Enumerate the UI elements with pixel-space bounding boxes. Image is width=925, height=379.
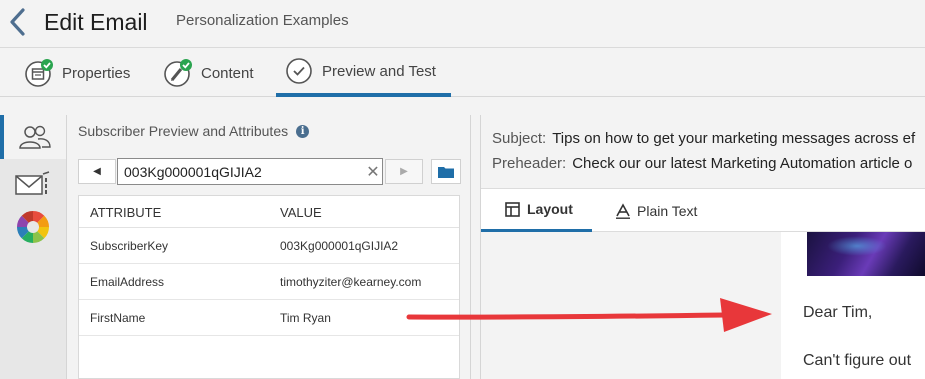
- wizard-tabs: Properties Content Preview and Test: [0, 49, 925, 97]
- attribute-value: Tim Ryan: [280, 311, 331, 325]
- tab-layout[interactable]: Layout: [481, 189, 592, 232]
- subscriber-search-input[interactable]: [117, 158, 383, 185]
- attribute-name: SubscriberKey: [90, 239, 169, 253]
- subscriber-panel: Subscriber Preview and Attributes i ◀ ✕ …: [67, 115, 471, 379]
- check-circle-icon: [284, 56, 314, 86]
- table-row: SubscriberKey 003Kg000001qGIJIA2: [79, 228, 459, 264]
- tab-plain-text-label: Plain Text: [637, 202, 698, 219]
- subject-label: Subject:: [492, 130, 547, 147]
- next-subscriber-button[interactable]: ▶: [385, 159, 423, 184]
- email-body: Dear Tim, Can't figure out: [781, 232, 925, 379]
- folder-icon: [438, 166, 454, 178]
- page-title: Edit Email: [44, 9, 148, 35]
- tab-content-label: Content: [201, 64, 254, 82]
- table-row: FirstName Tim Ryan: [79, 300, 459, 336]
- browse-folder-button[interactable]: [431, 159, 461, 184]
- rail-email-test[interactable]: [0, 162, 66, 206]
- subscribers-icon: [19, 125, 51, 149]
- preheader-line: Preheader: Check our our latest Marketing…: [492, 155, 912, 172]
- previous-subscriber-button[interactable]: ◀: [78, 159, 116, 184]
- properties-icon: [24, 58, 54, 88]
- attribute-name: EmailAddress: [90, 275, 165, 289]
- tab-plain-text[interactable]: Plain Text: [615, 189, 697, 232]
- panel-header: Subscriber Preview and Attributes i: [78, 123, 310, 139]
- rail-subscribers[interactable]: [0, 115, 66, 159]
- email-test-icon: [15, 171, 50, 195]
- caret-left-icon: ◀: [93, 166, 101, 177]
- close-icon: ✕: [366, 163, 380, 181]
- attribute-value: 003Kg000001qGIJIA2: [280, 239, 399, 253]
- attribute-value: timothyziter@kearney.com: [280, 275, 422, 289]
- preheader-value: Check our our latest Marketing Automatio…: [572, 155, 913, 172]
- clear-search-button[interactable]: ✕: [364, 159, 382, 184]
- attribute-name: FirstName: [90, 311, 146, 325]
- color-wheel-icon: [17, 211, 49, 243]
- column-header-value: VALUE: [280, 205, 322, 220]
- rail-color-wheel[interactable]: [0, 205, 66, 249]
- table-row: EmailAddress timothyziter@kearney.com: [79, 264, 459, 300]
- chevron-left-icon: [10, 8, 25, 36]
- table-header: ATTRIBUTE VALUE: [79, 196, 459, 228]
- email-canvas: Dear Tim, Can't figure out: [481, 232, 925, 379]
- caret-right-icon: ▶: [400, 166, 408, 177]
- content-edit-icon: [163, 58, 193, 88]
- hero-image: [807, 232, 925, 276]
- top-bar: Edit Email Personalization Examples: [0, 0, 925, 48]
- email-preview-pane: Subject: Tips on how to get your marketin…: [480, 115, 925, 379]
- panel-title: Subscriber Preview and Attributes: [78, 123, 289, 139]
- email-body-text: Can't figure out: [803, 352, 912, 369]
- preheader-label: Preheader:: [492, 155, 567, 172]
- email-name: Personalization Examples: [176, 12, 349, 29]
- attributes-table: ATTRIBUTE VALUE SubscriberKey 003Kg00000…: [78, 195, 460, 379]
- preview-tabs: Layout Plain Text: [481, 189, 925, 232]
- tab-preview-and-test-label: Preview and Test: [322, 62, 436, 80]
- tab-properties-label: Properties: [62, 64, 131, 82]
- tab-layout-label: Layout: [527, 201, 573, 217]
- tab-properties[interactable]: Properties: [24, 49, 130, 97]
- subject-line: Subject: Tips on how to get your marketin…: [492, 130, 915, 147]
- back-button[interactable]: [6, 6, 30, 38]
- subject-value: Tips on how to get your marketing messag…: [552, 130, 916, 147]
- text-format-icon: [616, 202, 630, 219]
- info-icon[interactable]: i: [296, 124, 310, 138]
- tab-preview-and-test[interactable]: Preview and Test: [276, 49, 451, 97]
- tab-content[interactable]: Content: [163, 49, 254, 97]
- layout-icon: [505, 201, 520, 217]
- column-header-attribute: ATTRIBUTE: [90, 205, 162, 220]
- left-rail: [0, 115, 67, 379]
- email-greeting: Dear Tim,: [803, 304, 873, 321]
